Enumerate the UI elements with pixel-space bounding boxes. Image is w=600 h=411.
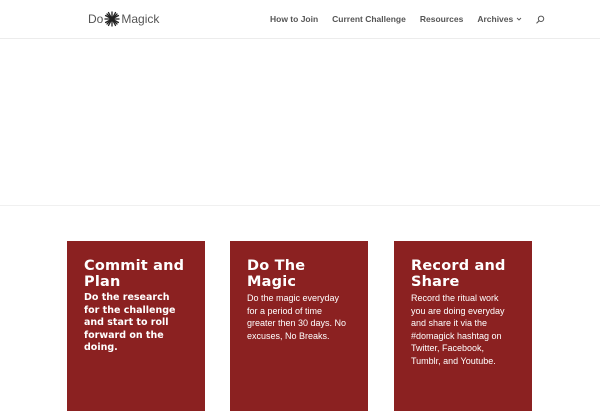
site-logo[interactable]: Do Magick [88,9,159,29]
logo-text-magick: Magick [121,12,160,26]
nav-item-archives[interactable]: Archives [477,14,522,24]
card-do-the-magic: Do The Magic Do the magic everyday for a… [230,241,368,411]
nav-item-resources[interactable]: Resources [420,14,463,24]
card-commit-and-plan: Commit and Plan Do the research for the … [67,241,205,411]
hero-section [0,39,600,206]
main-nav: How to Join Current Challenge Resources … [270,0,545,38]
cards-section: Commit and Plan Do the research for the … [0,206,600,411]
chevron-down-icon [516,17,522,21]
nav-item-current-challenge[interactable]: Current Challenge [332,14,406,24]
nav-item-how-to-join[interactable]: How to Join [270,14,318,24]
card-body: Record the ritual work you are doing eve… [411,293,505,366]
asterisk-star-icon [104,11,120,27]
logo-text-do: Do [88,12,104,26]
search-icon[interactable] [536,15,545,24]
card-record-and-share: Record and Share Record the ritual work … [394,241,532,411]
card-title: Do The Magic [247,258,306,290]
nav-item-archives-label: Archives [477,14,514,24]
card-body: Do the magic everyday for a period of ti… [247,293,347,341]
card-body: Do the research for the challenge and st… [84,292,176,353]
card-title: Commit and Plan [84,258,185,290]
site-header: Do Magick How to Join Current Challenge … [0,0,600,39]
card-title: Record and Share [411,258,506,290]
